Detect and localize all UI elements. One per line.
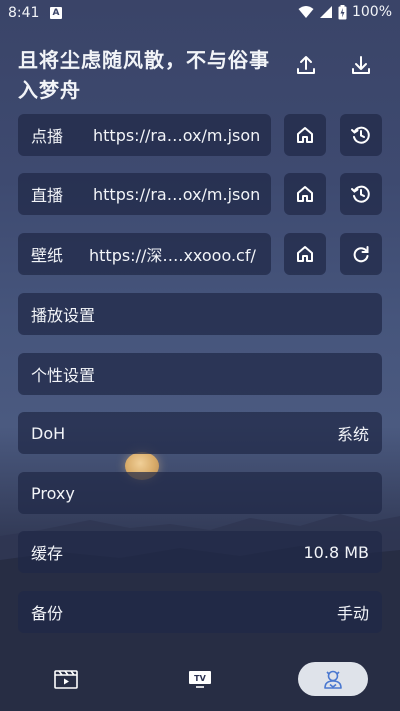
download-icon	[352, 56, 370, 74]
backup-label: 备份	[31, 604, 64, 623]
personalization-settings-row[interactable]: 个性设置	[18, 353, 382, 395]
bottom-nav: TV	[0, 650, 400, 711]
settings-nav-icon	[324, 670, 342, 689]
vod-source-label: 点播	[31, 127, 64, 146]
live-history-button[interactable]	[340, 173, 382, 215]
live-tv-nav-icon: TV	[189, 671, 211, 688]
playback-settings-label: 播放设置	[31, 306, 96, 325]
nav-live-tab[interactable]: TV	[174, 662, 226, 696]
vod-home-button[interactable]	[284, 114, 326, 156]
home-icon	[297, 186, 313, 202]
history-icon	[351, 126, 370, 144]
proxy-label: Proxy	[31, 483, 75, 503]
live-home-button[interactable]	[284, 173, 326, 215]
wallpaper-home-button[interactable]	[284, 233, 326, 275]
vod-source-row: 点播 https://ra…ox/m.json	[18, 114, 382, 156]
page-title: 且将尘虑随风散，不与俗事入梦舟	[18, 48, 270, 102]
tv-label: TV	[194, 674, 206, 683]
wallpaper-source-field[interactable]: 壁纸 https://深….xxooo.cf/	[18, 233, 271, 275]
backup-row[interactable]: 备份 手动	[18, 591, 382, 633]
status-time: 8:41	[8, 5, 40, 21]
home-icon	[297, 127, 313, 143]
upload-button[interactable]	[289, 48, 323, 82]
wallpaper-source-row: 壁纸 https://深….xxooo.cf/	[18, 233, 382, 275]
live-source-field[interactable]: 直播 https://ra…ox/m.json	[18, 173, 271, 215]
wallpaper-refresh-button[interactable]	[340, 233, 382, 275]
playback-settings-row[interactable]: 播放设置	[18, 293, 382, 335]
doh-label: DoH	[31, 423, 66, 443]
home-icon	[297, 246, 313, 262]
personalization-settings-label: 个性设置	[31, 366, 96, 385]
nav-settings-tab[interactable]	[298, 662, 368, 696]
vod-nav-icon	[54, 670, 78, 689]
doh-value: 系统	[336, 425, 369, 444]
vod-history-button[interactable]	[340, 114, 382, 156]
download-button[interactable]	[344, 48, 378, 82]
battery-percent: 100%	[351, 4, 392, 20]
wifi-icon	[298, 6, 314, 18]
nav-vod-tab[interactable]	[40, 662, 92, 696]
notification-icon: A	[50, 7, 62, 19]
signal-icon	[319, 6, 332, 18]
battery-icon	[338, 4, 347, 19]
cache-row[interactable]: 缓存 10.8 MB	[18, 531, 382, 573]
upload-icon	[297, 56, 315, 74]
live-source-url: https://ra…ox/m.json	[93, 184, 261, 204]
vod-source-field[interactable]: 点播 https://ra…ox/m.json	[18, 114, 271, 156]
history-icon	[351, 185, 370, 203]
status-bar: 8:41 A 100%	[0, 0, 400, 28]
vod-source-url: https://ra…ox/m.json	[93, 125, 261, 145]
wallpaper-source-label: 壁纸	[31, 246, 64, 265]
doh-row[interactable]: DoH 系统	[18, 412, 382, 454]
wallpaper-source-url: https://深….xxooo.cf/	[89, 246, 256, 265]
live-source-row: 直播 https://ra…ox/m.json	[18, 173, 382, 215]
proxy-row[interactable]: Proxy	[18, 472, 382, 514]
live-source-label: 直播	[31, 186, 64, 205]
cache-value: 10.8 MB	[303, 542, 370, 562]
refresh-icon	[353, 246, 369, 263]
backup-value: 手动	[336, 604, 369, 623]
cache-label: 缓存	[31, 544, 64, 563]
